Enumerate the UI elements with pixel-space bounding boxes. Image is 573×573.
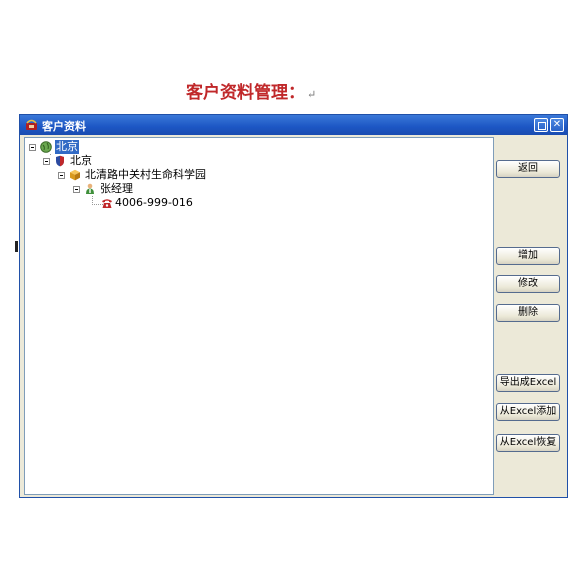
window-title: 客户资料 <box>42 120 86 133</box>
tree-node-label: 张经理 <box>100 182 133 195</box>
person-icon <box>86 183 94 194</box>
tree-node-phone[interactable]: 4006-999-016 <box>101 196 201 210</box>
collapse-toggle-icon[interactable] <box>73 186 80 193</box>
window-titlebar[interactable]: 客户资料 ✕ <box>20 115 567 135</box>
close-button[interactable]: ✕ <box>550 118 564 132</box>
restore-from-excel-button[interactable]: 从Excel恢复 <box>496 434 560 452</box>
tree-node-region[interactable]: 北京 <box>29 140 109 154</box>
text-cursor-mark <box>15 241 18 252</box>
back-button[interactable]: 返回 <box>496 160 560 178</box>
tree-node-label: 北京 <box>70 154 92 167</box>
shield-icon <box>56 155 64 167</box>
tree-node-city[interactable]: 北京 <box>43 154 123 168</box>
tree-node-label: 北京 <box>55 140 79 154</box>
tree-node-address[interactable]: 北清路中关村生命科学园 <box>58 168 218 182</box>
tree-node-contact[interactable]: 张经理 <box>73 182 153 196</box>
box-icon <box>70 169 80 181</box>
delete-button[interactable]: 删除 <box>496 304 560 322</box>
collapse-toggle-icon[interactable] <box>43 158 50 165</box>
add-button[interactable]: 增加 <box>496 247 560 265</box>
app-icon <box>26 119 37 130</box>
restore-button[interactable] <box>534 118 548 132</box>
globe-icon <box>40 141 52 153</box>
customer-tree[interactable]: 北京 北京 北清路中关村生命科学园 张经理 4006-999-016 <box>24 137 494 495</box>
tree-node-label: 4006-999-016 <box>115 196 193 209</box>
edit-button[interactable]: 修改 <box>496 275 560 293</box>
collapse-toggle-icon[interactable] <box>29 144 36 151</box>
tree-node-label: 北清路中关村生命科学园 <box>85 168 206 181</box>
document-heading-text: 客户资料管理： <box>186 83 305 103</box>
collapse-toggle-icon[interactable] <box>58 172 65 179</box>
export-excel-button[interactable]: 导出成Excel <box>496 374 560 392</box>
add-from-excel-button[interactable]: 从Excel添加 <box>496 403 560 421</box>
phone-icon <box>102 199 112 208</box>
document-heading: 客户资料管理： ↵ <box>186 78 316 103</box>
paragraph-return-mark: ↵ <box>307 88 317 101</box>
customer-data-window: 客户资料 ✕ 北京 北京 北清路中关村生命科学园 张经理 4006-999-01… <box>19 114 568 498</box>
